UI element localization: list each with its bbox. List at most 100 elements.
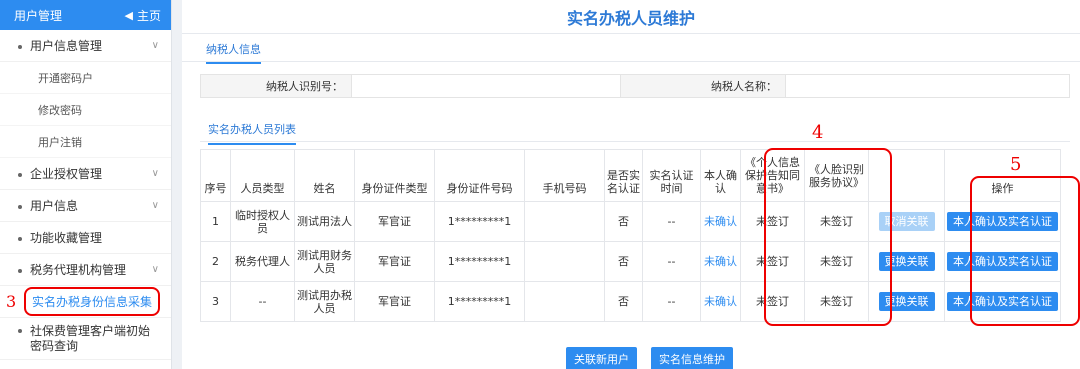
table-row: 1 临时授权人员 测试用法人 军官证 1*********1 否 -- 未确认 … bbox=[200, 201, 1061, 242]
sidebar: 用户管理 ◀ 主页 用户信息管理 ∨ 开通密码户 修改密码 用户注销 企业授权管… bbox=[0, 0, 172, 369]
confirm-verify-button[interactable]: 本人确认及实名认证 bbox=[947, 252, 1058, 271]
chevron-down-icon: ∨ bbox=[151, 200, 159, 211]
bullet-icon bbox=[18, 204, 22, 209]
change-link-button[interactable]: 更换关联 bbox=[878, 292, 935, 311]
chevron-down-icon: ∨ bbox=[151, 264, 159, 275]
change-link-button[interactable]: 更换关联 bbox=[878, 252, 935, 271]
cell-privacy: 未签订 bbox=[740, 201, 805, 242]
sidebar-item-social-security-password[interactable]: 社保费管理客户端初始密码查询 bbox=[0, 318, 171, 360]
confirm-verify-button[interactable]: 本人确认及实名认证 bbox=[947, 212, 1058, 231]
tab-bar: 纳税人信息 bbox=[182, 34, 1080, 64]
table-row: 3 -- 测试用办税人员 军官证 1*********1 否 -- 未确认 未签… bbox=[200, 281, 1061, 322]
bullet-icon bbox=[18, 236, 22, 241]
taxpayer-id-label: 纳税人识别号： bbox=[266, 80, 343, 93]
col-header-no: 序号 bbox=[200, 149, 231, 202]
sidebar-item-label: 功能收藏管理 bbox=[30, 231, 103, 245]
link-new-user-button[interactable]: 关联新用户 bbox=[566, 347, 637, 369]
bullet-icon bbox=[18, 329, 22, 333]
cell-verify-time: -- bbox=[642, 281, 701, 322]
cell-action2: 本人确认及实名认证 bbox=[944, 241, 1061, 282]
cell-name: 测试用财务人员 bbox=[294, 241, 355, 282]
cell-id-no: 1*********1 bbox=[434, 281, 525, 322]
sidebar-item-label: 税务代理机构管理 bbox=[30, 263, 127, 277]
cell-phone bbox=[524, 281, 605, 322]
sidebar-item-user-info-management[interactable]: 用户信息管理 ∨ bbox=[0, 30, 171, 62]
col-header-action: 操作 bbox=[944, 149, 1061, 202]
chevron-down-icon: ∨ bbox=[151, 40, 159, 51]
sidebar-title: 用户管理 bbox=[14, 8, 63, 23]
col-header-action-blank bbox=[868, 149, 945, 202]
cell-confirm-link[interactable]: 未确认 bbox=[700, 241, 741, 282]
cell-verified: 否 bbox=[604, 201, 643, 242]
bottom-actions: 关联新用户 实名信息维护 bbox=[566, 347, 733, 369]
tab-taxpayer-info[interactable]: 纳税人信息 bbox=[206, 41, 261, 64]
cell-phone bbox=[524, 241, 605, 282]
page: 用户管理 ◀ 主页 用户信息管理 ∨ 开通密码户 修改密码 用户注销 企业授权管… bbox=[0, 0, 1080, 369]
cell-id-type: 军官证 bbox=[354, 281, 435, 322]
sidebar-sub-user-cancel[interactable]: 用户注销 bbox=[0, 126, 171, 158]
sidebar-header: 用户管理 ◀ 主页 bbox=[0, 0, 171, 30]
cell-confirm-link[interactable]: 未确认 bbox=[700, 281, 741, 322]
col-header-phone: 手机号码 bbox=[524, 149, 605, 202]
cell-verify-time: -- bbox=[642, 241, 701, 282]
cell-id-no: 1*********1 bbox=[434, 201, 525, 242]
cell-face: 未签订 bbox=[804, 241, 869, 282]
sidebar-item-label: 用户信息管理 bbox=[30, 39, 103, 53]
page-title: 实名办税人员维护 bbox=[182, 0, 1080, 34]
taxpayer-id-input[interactable] bbox=[351, 75, 621, 97]
col-header-type: 人员类型 bbox=[230, 149, 295, 202]
sidebar-item-label: 企业授权管理 bbox=[30, 167, 103, 181]
cell-face: 未签订 bbox=[804, 281, 869, 322]
sidebar-item-label: 用户信息 bbox=[30, 199, 79, 213]
bullet-icon bbox=[18, 44, 22, 49]
cell-action1: 更换关联 bbox=[868, 281, 945, 322]
sidebar-sub-open-password[interactable]: 开通密码户 bbox=[0, 62, 171, 94]
chevron-down-icon: ∨ bbox=[151, 168, 159, 179]
col-header-face: 《人脸识别服务协议》 bbox=[804, 149, 869, 202]
cell-privacy: 未签订 bbox=[740, 281, 805, 322]
col-header-name: 姓名 bbox=[294, 149, 355, 202]
annotation-number-5: 5 bbox=[1010, 154, 1022, 175]
sidebar-item-tax-agency[interactable]: 税务代理机构管理 ∨ bbox=[0, 254, 171, 286]
cell-id-type: 军官证 bbox=[354, 241, 435, 282]
sidebar-sub-change-password[interactable]: 修改密码 bbox=[0, 94, 171, 126]
cell-verified: 否 bbox=[604, 281, 643, 322]
cell-type: -- bbox=[230, 281, 295, 322]
cell-type: 临时授权人员 bbox=[230, 201, 295, 242]
home-arrow-icon: ◀ bbox=[124, 8, 133, 22]
taxpayer-name-input[interactable] bbox=[785, 75, 1069, 97]
filter-bar: 纳税人识别号： 纳税人名称： bbox=[200, 74, 1070, 98]
bullet-icon bbox=[18, 268, 22, 273]
taxpayer-name-label: 纳税人名称： bbox=[711, 80, 777, 93]
cancel-link-button[interactable]: 取消关联 bbox=[878, 212, 935, 231]
cell-action2: 本人确认及实名认证 bbox=[944, 281, 1061, 322]
table-header-row: 序号 人员类型 姓名 身份证件类型 身份证件号码 手机号码 是否实名认证 实名认… bbox=[200, 149, 1061, 202]
divider bbox=[200, 141, 1070, 142]
cell-privacy: 未签订 bbox=[740, 241, 805, 282]
sidebar-item-enterprise-auth[interactable]: 企业授权管理 ∨ bbox=[0, 158, 171, 190]
sidebar-item-favorites[interactable]: 功能收藏管理 bbox=[0, 222, 171, 254]
main-panel: 实名办税人员维护 纳税人信息 纳税人识别号： 纳税人名称： 实名办税人员列表 序… bbox=[182, 0, 1080, 369]
cell-confirm-link[interactable]: 未确认 bbox=[700, 201, 741, 242]
cell-verify-time: -- bbox=[642, 201, 701, 242]
home-link[interactable]: ◀ 主页 bbox=[125, 7, 161, 24]
sidebar-item-realname-collection[interactable]: 3 实名办税身份信息采集 bbox=[0, 286, 171, 318]
sidebar-item-user-info[interactable]: 用户信息 ∨ bbox=[0, 190, 171, 222]
cell-phone bbox=[524, 201, 605, 242]
home-label: 主页 bbox=[136, 8, 161, 23]
cell-id-type: 军官证 bbox=[354, 201, 435, 242]
col-header-id-no: 身份证件号码 bbox=[434, 149, 525, 202]
bullet-icon bbox=[18, 172, 22, 177]
cell-type: 税务代理人 bbox=[230, 241, 295, 282]
col-header-verify-time: 实名认证时间 bbox=[642, 149, 701, 202]
table-row: 2 税务代理人 测试用财务人员 军官证 1*********1 否 -- 未确认… bbox=[200, 241, 1061, 282]
cell-no: 2 bbox=[200, 241, 231, 282]
cell-name: 测试用法人 bbox=[294, 201, 355, 242]
confirm-verify-button[interactable]: 本人确认及实名认证 bbox=[947, 292, 1058, 311]
sidebar-item-label-active: 实名办税身份信息采集 bbox=[24, 287, 161, 316]
realname-maintain-button[interactable]: 实名信息维护 bbox=[651, 347, 733, 369]
sidebar-item-label: 社保费管理客户端初始密码查询 bbox=[30, 324, 151, 353]
col-header-privacy: 《个人信息保护告知同意书》 bbox=[740, 149, 805, 202]
annotation-number-3: 3 bbox=[6, 292, 17, 311]
cell-id-no: 1*********1 bbox=[434, 241, 525, 282]
